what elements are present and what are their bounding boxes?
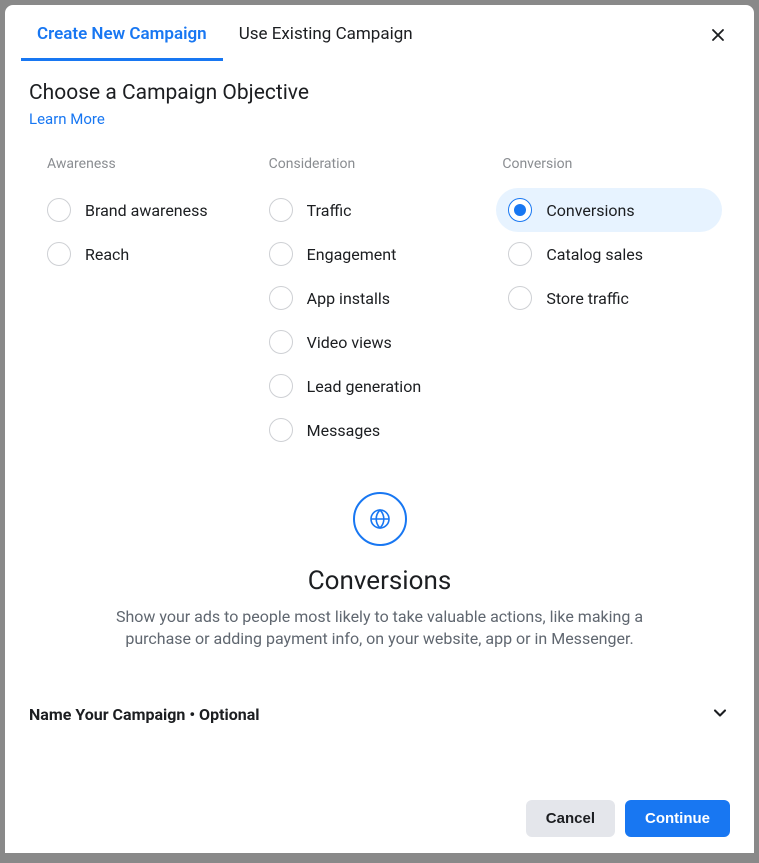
objective-grid: Awareness Brand awareness Reach Consider… <box>29 156 730 452</box>
objective-store-traffic[interactable]: Store traffic <box>496 276 722 320</box>
radio-icon <box>47 198 71 222</box>
objective-brand-awareness[interactable]: Brand awareness <box>29 188 255 232</box>
radio-icon <box>269 242 293 266</box>
radio-icon <box>269 374 293 398</box>
column-title-consideration: Consideration <box>263 156 497 172</box>
modal-footer: Cancel Continue <box>5 786 754 853</box>
radio-icon <box>269 418 293 442</box>
create-campaign-modal: Create New Campaign Use Existing Campaig… <box>5 5 754 853</box>
radio-icon <box>269 330 293 354</box>
globe-icon <box>353 492 407 546</box>
objective-label: Brand awareness <box>85 201 208 220</box>
column-consideration: Consideration Traffic Engagement App ins… <box>263 156 497 452</box>
cancel-button[interactable]: Cancel <box>526 800 615 837</box>
close-button[interactable] <box>702 21 734 53</box>
radio-icon <box>47 242 71 266</box>
radio-icon <box>508 198 532 222</box>
objective-engagement[interactable]: Engagement <box>263 232 489 276</box>
close-icon <box>708 25 728 49</box>
chevron-down-icon <box>710 703 730 727</box>
objective-messages[interactable]: Messages <box>263 408 489 452</box>
objective-label: Catalog sales <box>546 245 643 264</box>
radio-icon <box>508 242 532 266</box>
objective-app-installs[interactable]: App installs <box>263 276 489 320</box>
objective-conversions[interactable]: Conversions <box>496 188 722 232</box>
modal-body: Choose a Campaign Objective Learn More A… <box>5 61 754 786</box>
objective-label: Lead generation <box>307 377 421 396</box>
objective-label: Traffic <box>307 201 352 220</box>
objective-video-views[interactable]: Video views <box>263 320 489 364</box>
objective-label: Messages <box>307 421 380 440</box>
objective-detail: Conversions Show your ads to people most… <box>100 492 660 651</box>
page-title: Choose a Campaign Objective <box>29 81 730 105</box>
objective-label: App installs <box>307 289 390 308</box>
detail-description: Show your ads to people most likely to t… <box>100 606 660 651</box>
objective-label: Reach <box>85 245 129 264</box>
radio-icon <box>269 286 293 310</box>
modal-tabs: Create New Campaign Use Existing Campaig… <box>5 5 754 61</box>
objective-label: Engagement <box>307 245 397 264</box>
objective-traffic[interactable]: Traffic <box>263 188 489 232</box>
objective-label: Video views <box>307 333 392 352</box>
detail-title: Conversions <box>100 566 660 596</box>
column-title-conversion: Conversion <box>496 156 730 172</box>
tab-create-new[interactable]: Create New Campaign <box>21 6 223 60</box>
column-conversion: Conversion Conversions Catalog sales Sto… <box>496 156 730 452</box>
radio-icon <box>508 286 532 310</box>
radio-icon <box>269 198 293 222</box>
name-campaign-label: Name Your Campaign • Optional <box>29 705 260 724</box>
learn-more-link[interactable]: Learn More <box>29 110 105 128</box>
tab-use-existing[interactable]: Use Existing Campaign <box>223 6 429 60</box>
name-campaign-section[interactable]: Name Your Campaign • Optional <box>29 691 730 751</box>
column-awareness: Awareness Brand awareness Reach <box>29 156 263 452</box>
objective-reach[interactable]: Reach <box>29 232 255 276</box>
column-title-awareness: Awareness <box>29 156 263 172</box>
objective-label: Store traffic <box>546 289 629 308</box>
objective-label: Conversions <box>546 201 634 220</box>
continue-button[interactable]: Continue <box>625 800 730 837</box>
objective-catalog-sales[interactable]: Catalog sales <box>496 232 722 276</box>
objective-lead-generation[interactable]: Lead generation <box>263 364 489 408</box>
